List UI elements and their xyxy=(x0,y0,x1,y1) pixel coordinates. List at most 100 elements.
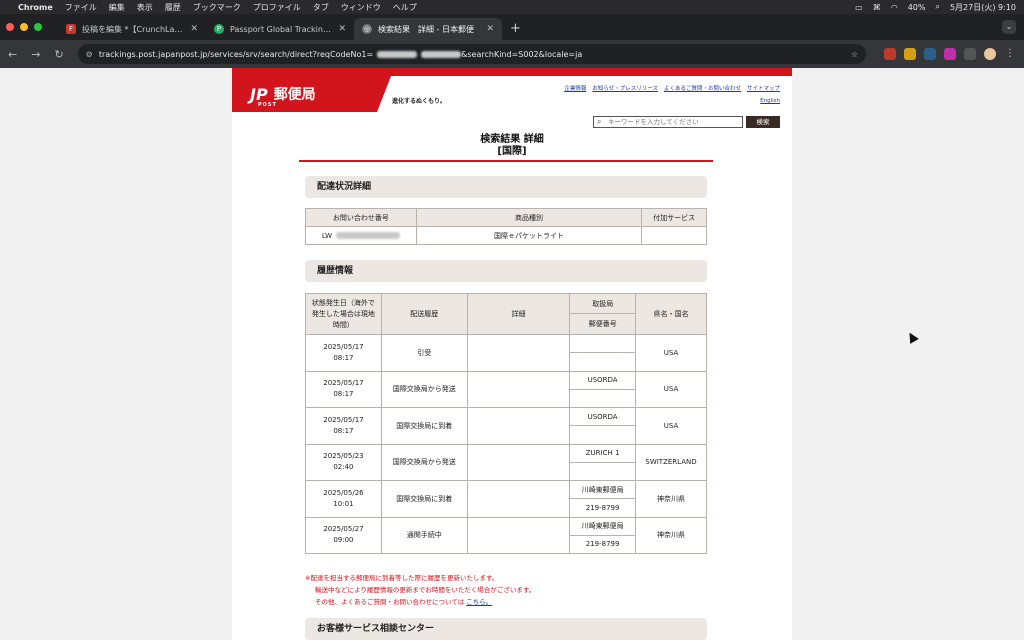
date-text: 2025/05/26 xyxy=(323,488,364,497)
time-text: 08:17 xyxy=(333,353,354,362)
screen-icon[interactable]: ▭ xyxy=(855,3,863,12)
header-additional-service: 付加サービス xyxy=(641,208,707,227)
puzzle-icon[interactable] xyxy=(964,48,976,60)
history-table-body: 2025/05/17 08:17 引受 USA 2025/05/17 08:17 国際交換局… xyxy=(305,334,707,554)
section-heading-history: 履歴情報 xyxy=(305,260,707,282)
date-text: 2025/05/17 xyxy=(323,379,364,388)
site-info-icon[interactable]: ⚙ xyxy=(86,50,93,59)
site-search-button[interactable]: 検索 xyxy=(746,116,780,128)
detail-cell xyxy=(466,480,571,518)
globe-icon: ◎ xyxy=(362,24,372,34)
menu-app-name[interactable]: Chrome xyxy=(18,3,53,12)
wifi-icon[interactable]: ◠ xyxy=(891,3,898,12)
time-text: 09:00 xyxy=(333,536,354,545)
date-cell: 2025/05/26 10:01 xyxy=(305,480,382,518)
date-text: 2025/05/27 xyxy=(323,525,364,534)
redacted-text xyxy=(377,50,418,58)
tab-crunchlabs[interactable]: F 投稿を編集 *【CrunchLabs】ク ✕ xyxy=(58,18,206,40)
menu-tab[interactable]: タブ xyxy=(313,2,329,13)
delivery-summary-table: お問い合わせ番号 商品種別 付加サービス LW 国際ｅパケットライト xyxy=(305,208,707,245)
extension-icon[interactable] xyxy=(924,48,936,60)
date-text: 2025/05/23 xyxy=(323,452,364,461)
search-icon[interactable]: ⌕ xyxy=(935,2,939,12)
close-window-button[interactable] xyxy=(6,23,14,31)
link-faq[interactable]: よくあるご質問・お問い合わせ xyxy=(664,84,741,92)
mouse-cursor xyxy=(905,330,919,344)
history-note: ※配達を担当する郵便局に到着等した際に履歴を更新いたします。 輸送中などにより履… xyxy=(305,572,535,608)
link-news[interactable]: お知らせ・プレスリリース xyxy=(592,84,658,92)
avatar[interactable] xyxy=(984,48,996,60)
new-tab-icon[interactable]: + xyxy=(510,18,521,40)
page-viewport: JP 郵便局 POST 進化するぬくもり。 企業情報 お知らせ・プレスリリース … xyxy=(0,68,1024,640)
region-cell: USA xyxy=(635,370,707,408)
menu-file[interactable]: ファイル xyxy=(65,2,97,13)
postcode-cell xyxy=(569,388,637,408)
menu-edit[interactable]: 編集 xyxy=(109,2,125,13)
menu-profiles[interactable]: プロファイル xyxy=(253,2,301,13)
region-cell: USA xyxy=(635,334,707,372)
date-cell: 2025/05/17 08:17 xyxy=(305,334,382,372)
clock[interactable]: 5月27日(火) 9:10 xyxy=(950,2,1016,13)
time-text: 02:40 xyxy=(333,463,354,472)
tracking-number-cell: LW xyxy=(305,226,417,245)
date-text: 2025/05/17 xyxy=(323,415,364,424)
time-text: 08:17 xyxy=(333,426,354,435)
bookmark-star-icon[interactable]: ☆ xyxy=(851,50,858,59)
link-sitemap[interactable]: サイトマップ xyxy=(747,84,780,92)
time-text: 10:01 xyxy=(333,499,354,508)
zoom-window-button[interactable] xyxy=(34,23,42,31)
status-cell: 国際交換局から発送 xyxy=(380,370,468,408)
note-here-link[interactable]: こちら。 xyxy=(466,598,492,606)
header-tracking-number: お問い合わせ番号 xyxy=(305,208,417,227)
tab-strip: F 投稿を編集 *【CrunchLabs】ク ✕ P Passport Glob… xyxy=(0,14,1024,40)
menu-bookmarks[interactable]: ブックマーク xyxy=(193,2,241,13)
extension-icon[interactable] xyxy=(944,48,956,60)
menu-view[interactable]: 表示 xyxy=(137,2,153,13)
close-tab-icon[interactable]: ✕ xyxy=(190,24,198,34)
command-icon[interactable]: ⌘ xyxy=(873,3,881,12)
status-cell: 国際交換局から発送 xyxy=(380,443,468,481)
japanpost-page: JP 郵便局 POST 進化するぬくもり。 企業情報 お知らせ・プレスリリース … xyxy=(232,68,792,640)
detail-cell xyxy=(466,370,571,408)
detail-cell xyxy=(466,443,571,481)
menu-history[interactable]: 履歴 xyxy=(165,2,181,13)
menu-window[interactable]: ウィンドウ xyxy=(341,2,381,13)
close-tab-icon[interactable]: ✕ xyxy=(486,24,494,34)
logo-tail-shape xyxy=(377,76,391,112)
url-text: trackings.post.japanpost.jp/services/srv… xyxy=(98,49,374,59)
battery-percent[interactable]: 40% xyxy=(908,3,926,12)
site-search-input[interactable]: ⌕ キーワードを入力してください xyxy=(593,116,743,128)
region-cell: 神奈川県 xyxy=(635,480,707,518)
extension-icon[interactable] xyxy=(904,48,916,60)
jp-post-logo-mark: JP xyxy=(250,84,268,104)
magnifier-icon: ⌕ xyxy=(597,117,602,126)
tab-title: 検索結果 詳細 - 日本郵便 xyxy=(378,24,474,34)
page-title: 検索結果 詳細 [国際] xyxy=(232,134,792,158)
back-arrow-icon[interactable]: ← xyxy=(8,48,17,61)
tab-search-chevron-icon[interactable]: ⌄ xyxy=(1002,20,1016,34)
status-cell: 引受 xyxy=(380,334,468,372)
japanpost-logo[interactable]: JP 郵便局 POST xyxy=(232,76,377,112)
section-heading-customer-service: お客様サービス相談センター xyxy=(305,618,707,640)
product-type-cell: 国際ｅパケットライト xyxy=(415,226,643,245)
table-row: 2025/05/17 08:17 引受 USA xyxy=(305,334,707,372)
minimize-window-button[interactable] xyxy=(20,23,28,31)
close-tab-icon[interactable]: ✕ xyxy=(338,24,346,34)
forward-arrow-icon[interactable]: → xyxy=(31,48,40,61)
reload-icon[interactable]: ↻ xyxy=(54,48,63,61)
office-cell: USORDA xyxy=(569,370,637,390)
menu-help[interactable]: ヘルプ xyxy=(393,2,417,13)
postcode-cell xyxy=(569,461,637,481)
date-text: 2025/05/17 xyxy=(323,342,364,351)
tab-title: Passport Global Tracking Pag xyxy=(230,24,332,34)
title-underline xyxy=(299,160,713,162)
link-company-info[interactable]: 企業情報 xyxy=(564,84,586,92)
kebab-menu-icon[interactable]: ⋮ xyxy=(1004,48,1016,60)
note-line1: ※配達を担当する郵便局に到着等した際に履歴を更新いたします。 xyxy=(305,574,499,582)
link-english[interactable]: English xyxy=(760,98,780,104)
browser-toolbar: ← → ↻ ⚙ trackings.post.japanpost.jp/serv… xyxy=(0,40,1024,68)
extension-icon[interactable] xyxy=(884,48,896,60)
tab-passport-tracking[interactable]: P Passport Global Tracking Pag ✕ xyxy=(206,18,354,40)
tab-japanpost-search-result[interactable]: ◎ 検索結果 詳細 - 日本郵便 ✕ xyxy=(354,18,502,40)
address-bar[interactable]: ⚙ trackings.post.japanpost.jp/services/s… xyxy=(77,44,866,64)
